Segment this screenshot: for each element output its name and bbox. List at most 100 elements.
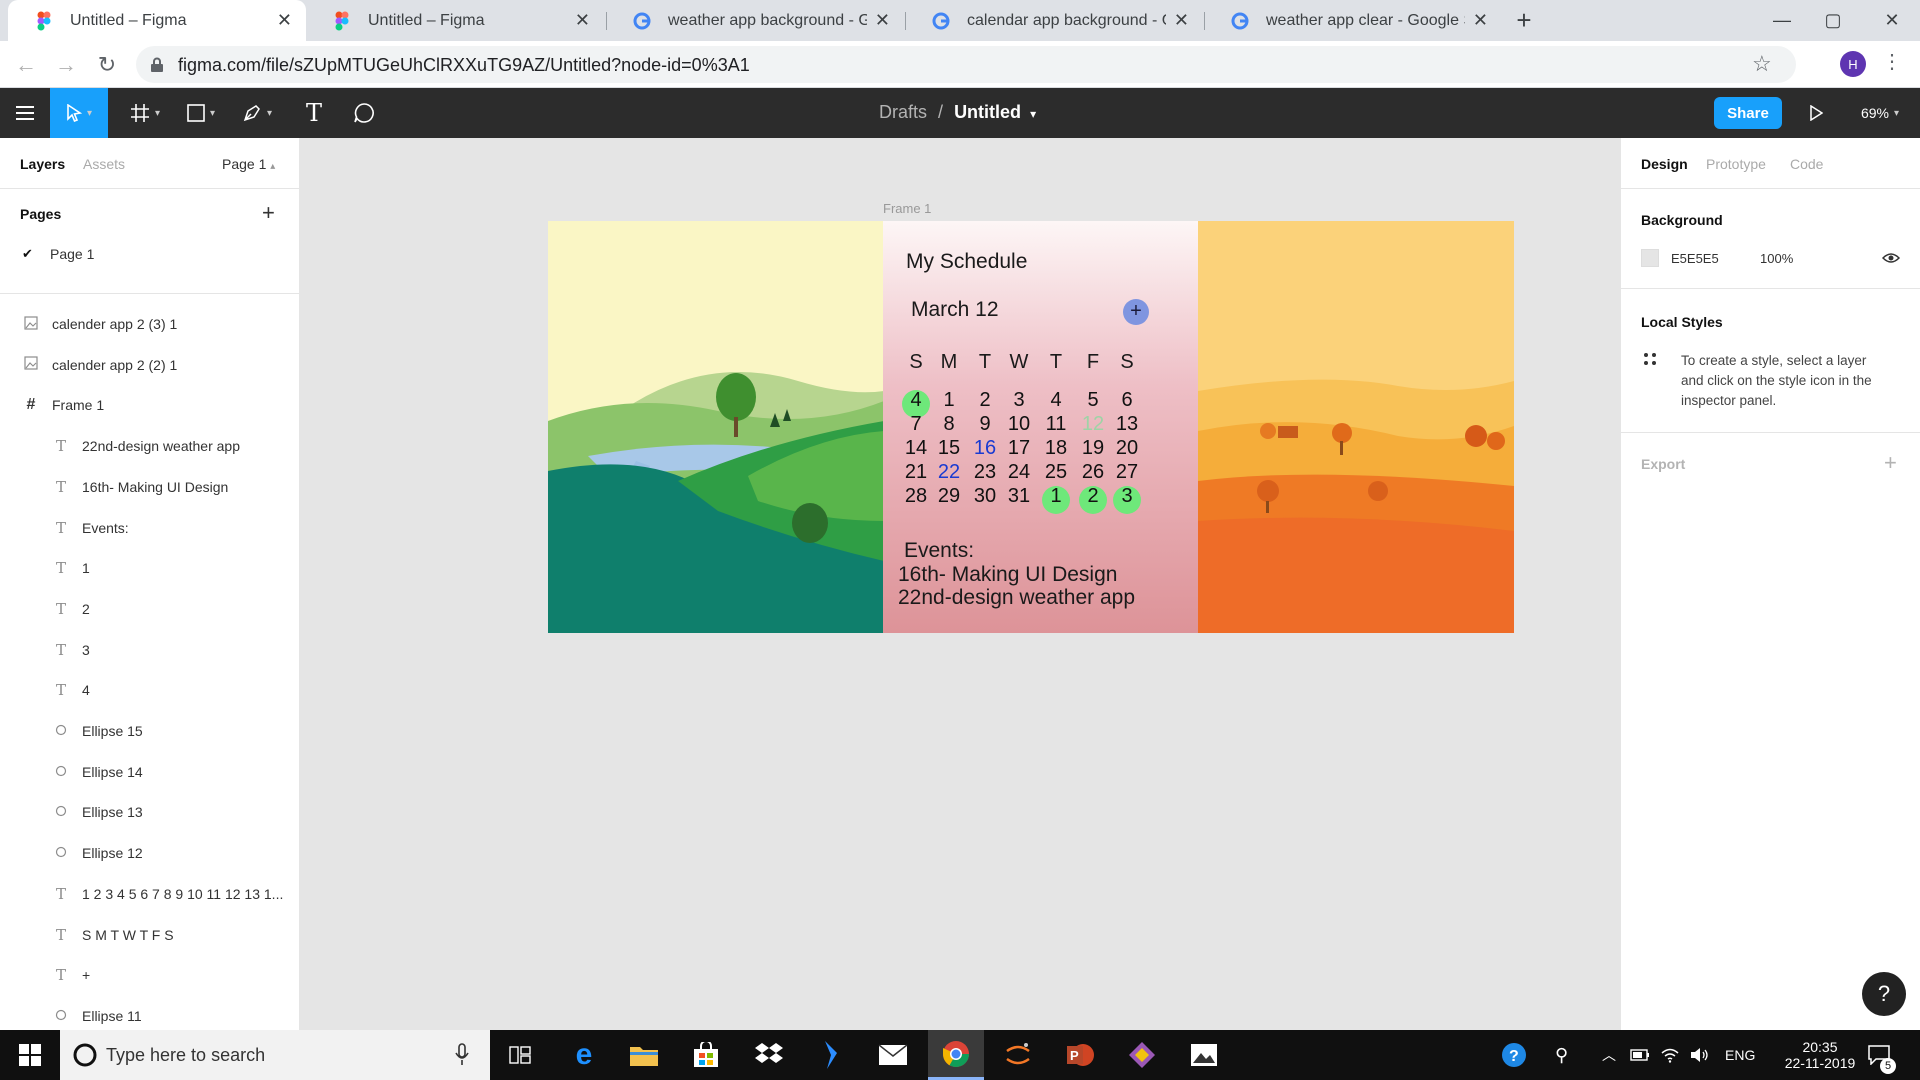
calendar-day[interactable]: 11 bbox=[1040, 412, 1072, 436]
taskbar-search-box[interactable]: Type here to search bbox=[60, 1030, 490, 1080]
calendar-day[interactable]: 27 bbox=[1111, 460, 1143, 484]
layer-item[interactable]: T1 bbox=[0, 548, 300, 588]
calendar-day[interactable]: 26 bbox=[1077, 460, 1109, 484]
calendar-day[interactable]: 24 bbox=[1003, 460, 1035, 484]
help-tray-icon[interactable]: ? bbox=[1500, 1030, 1528, 1080]
add-export-icon[interactable]: + bbox=[1884, 450, 1897, 476]
calendar-day[interactable]: 10 bbox=[1003, 412, 1035, 436]
minimize-window-icon[interactable]: — bbox=[1754, 0, 1810, 41]
address-bar[interactable]: figma.com/file/sZUpMTUGeUhClRXXuTG9AZ/Un… bbox=[136, 46, 1796, 83]
background-color-swatch[interactable] bbox=[1641, 249, 1659, 267]
tab-code[interactable]: Code bbox=[1790, 156, 1823, 172]
calendar-day[interactable]: 7 bbox=[900, 412, 932, 436]
layer-item[interactable]: T3 bbox=[0, 630, 300, 670]
git-client-icon[interactable] bbox=[1114, 1030, 1170, 1080]
frame-tool-icon[interactable]: ▾ bbox=[122, 88, 168, 138]
browser-tab-4[interactable]: calendar app background - Goog ✕ bbox=[905, 0, 1203, 41]
calendar-day[interactable]: 13 bbox=[1111, 412, 1143, 436]
calendar-day[interactable]: 17 bbox=[1003, 436, 1035, 460]
calendar-day[interactable]: 18 bbox=[1040, 436, 1072, 460]
layer-item[interactable]: T4 bbox=[0, 670, 300, 710]
calendar-day[interactable]: 19 bbox=[1077, 436, 1109, 460]
calendar-day[interactable]: 25 bbox=[1040, 460, 1072, 484]
browser-tab-1[interactable]: Untitled – Figma ✕ bbox=[8, 0, 306, 41]
shape-tool-icon[interactable]: ▾ bbox=[178, 88, 224, 138]
frame-label[interactable]: Frame 1 bbox=[883, 201, 931, 216]
clock[interactable]: 20:35 22-11-2019 bbox=[1782, 1030, 1858, 1080]
calendar-day[interactable]: 2 bbox=[1077, 484, 1109, 508]
file-explorer-icon[interactable] bbox=[616, 1030, 672, 1080]
dropbox-icon[interactable] bbox=[741, 1030, 797, 1080]
layer-item[interactable]: Ellipse 15 bbox=[0, 711, 300, 751]
powerpoint-icon[interactable]: P bbox=[1052, 1030, 1108, 1080]
background-opacity-field[interactable]: 100% bbox=[1760, 251, 1793, 266]
calendar-day[interactable]: 14 bbox=[900, 436, 932, 460]
task-view-icon[interactable] bbox=[492, 1030, 548, 1080]
calendar-day[interactable]: 15 bbox=[933, 436, 965, 460]
calendar-day[interactable]: 29 bbox=[933, 484, 965, 508]
close-tab-icon[interactable]: ✕ bbox=[575, 10, 590, 31]
layer-item[interactable]: Ellipse 13 bbox=[0, 792, 300, 832]
photos-icon[interactable] bbox=[1176, 1030, 1232, 1080]
comment-tool-icon[interactable] bbox=[346, 88, 382, 138]
visual-studio-icon[interactable] bbox=[803, 1030, 859, 1080]
calendar-day[interactable]: 4 bbox=[900, 388, 932, 412]
close-tab-icon[interactable]: ✕ bbox=[875, 10, 890, 31]
drafts-link[interactable]: Drafts bbox=[879, 102, 927, 122]
tab-layers[interactable]: Layers bbox=[20, 156, 65, 172]
share-button[interactable]: Share bbox=[1714, 97, 1782, 129]
windows-start-icon[interactable] bbox=[2, 1030, 58, 1080]
page-item-page-1[interactable]: ✔ Page 1 bbox=[0, 234, 300, 274]
calendar-day[interactable]: 23 bbox=[969, 460, 1001, 484]
mail-icon[interactable] bbox=[865, 1030, 921, 1080]
tab-prototype[interactable]: Prototype bbox=[1706, 156, 1766, 172]
zoom-menu[interactable]: 69% ▾ bbox=[1850, 88, 1910, 138]
layer-item[interactable]: # Frame 1 bbox=[0, 385, 300, 425]
wifi-icon[interactable] bbox=[1660, 1030, 1680, 1080]
bookmark-star-icon[interactable]: ☆ bbox=[1752, 51, 1772, 77]
calendar-day[interactable]: 3 bbox=[1111, 484, 1143, 508]
schedule-title[interactable]: My Schedule bbox=[906, 250, 1027, 274]
layer-item[interactable]: T 22nd-design weather app bbox=[0, 426, 300, 466]
event-item-2[interactable]: 22nd-design weather app bbox=[898, 586, 1135, 610]
present-icon[interactable] bbox=[1800, 88, 1832, 138]
chevron-up-icon[interactable]: ︿ bbox=[1602, 1030, 1616, 1080]
language-indicator[interactable]: ENG bbox=[1725, 1030, 1755, 1080]
calendar-day[interactable]: 6 bbox=[1111, 388, 1143, 412]
file-name[interactable]: Untitled bbox=[954, 102, 1021, 122]
background-hex-field[interactable]: E5E5E5 bbox=[1671, 251, 1719, 266]
events-heading[interactable]: Events: bbox=[904, 539, 974, 563]
pen-tool-icon[interactable]: ▾ bbox=[234, 88, 280, 138]
tab-design[interactable]: Design bbox=[1641, 156, 1688, 172]
profile-avatar[interactable]: H bbox=[1840, 51, 1866, 77]
move-tool-icon[interactable]: ▾ bbox=[50, 88, 108, 138]
layer-item[interactable]: Ellipse 14 bbox=[0, 752, 300, 792]
event-item-1[interactable]: 16th- Making UI Design bbox=[898, 563, 1117, 587]
layer-item[interactable]: calender app 2 (2) 1 bbox=[0, 345, 300, 385]
date-label[interactable]: March 12 bbox=[911, 298, 999, 322]
close-tab-icon[interactable]: ✕ bbox=[1473, 10, 1488, 31]
new-tab-button[interactable]: + bbox=[1504, 0, 1544, 41]
add-event-button[interactable]: + bbox=[1123, 299, 1149, 325]
calendar-day[interactable]: 9 bbox=[969, 412, 1001, 436]
volume-icon[interactable] bbox=[1690, 1030, 1710, 1080]
frame-1[interactable]: My Schedule March 12 + SMTWTFS 412345678… bbox=[548, 221, 1514, 633]
calendar-day[interactable]: 1 bbox=[933, 388, 965, 412]
browser-tab-3[interactable]: weather app background - Goog ✕ bbox=[606, 0, 904, 41]
eye-icon[interactable] bbox=[1882, 252, 1900, 264]
forward-icon[interactable]: → bbox=[50, 49, 82, 81]
calendar-day[interactable]: 12 bbox=[1077, 412, 1109, 436]
close-tab-icon[interactable]: ✕ bbox=[1174, 10, 1189, 31]
chrome-icon[interactable] bbox=[928, 1030, 984, 1080]
layer-item[interactable]: T Events: bbox=[0, 508, 300, 548]
page-selector[interactable]: Page 1 ▴ bbox=[222, 156, 275, 172]
calendar-day[interactable]: 30 bbox=[969, 484, 1001, 508]
calendar-day[interactable]: 1 bbox=[1040, 484, 1072, 508]
calendar-day[interactable]: 16 bbox=[969, 436, 1001, 460]
browser-tab-2[interactable]: Untitled – Figma ✕ bbox=[306, 0, 604, 41]
add-page-icon[interactable]: + bbox=[262, 200, 275, 226]
calendar-day[interactable]: 20 bbox=[1111, 436, 1143, 460]
microphone-icon[interactable] bbox=[455, 1043, 469, 1067]
calendar-day[interactable]: 8 bbox=[933, 412, 965, 436]
help-button[interactable]: ? bbox=[1862, 972, 1906, 1016]
